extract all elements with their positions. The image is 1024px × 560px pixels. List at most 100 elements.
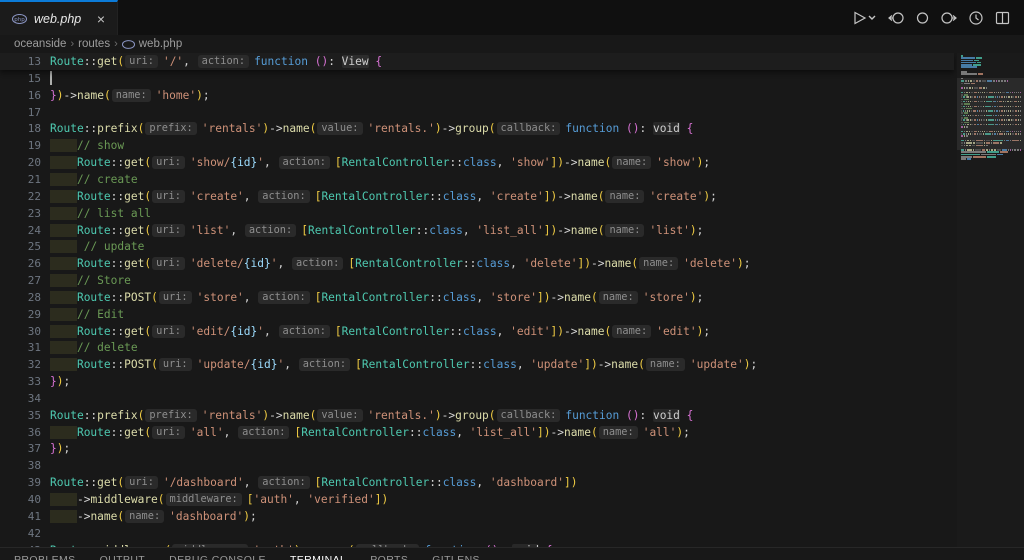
code-text xyxy=(50,71,52,85)
line-number: 22 xyxy=(0,190,50,203)
sticky-scroll-line[interactable]: 13Route::get(uri:'/', action:function ()… xyxy=(0,53,954,70)
code-text: // show xyxy=(50,139,124,152)
line-number: 28 xyxy=(0,291,50,304)
code-text: Route::POST(uri:'update/{id}', action:[R… xyxy=(50,358,757,371)
line-number: 21 xyxy=(0,173,50,186)
run-debug-button[interactable] xyxy=(852,10,877,26)
code-text: Route::get(uri:'show/{id}', action:[Rent… xyxy=(50,156,710,169)
breadcrumb: oceanside›routes›web.php xyxy=(0,35,1024,53)
line-number: 32 xyxy=(0,358,50,371)
code-line[interactable]: 30 Route::get(uri:'edit/{id}', action:[R… xyxy=(0,323,1024,340)
tab-web-php[interactable]: php web.php × xyxy=(0,0,118,35)
minimap[interactable] xyxy=(957,53,1024,547)
code-text: }); xyxy=(50,375,70,388)
line-number: 23 xyxy=(0,207,50,220)
code-line[interactable]: 41 ->name(name:'dashboard'); xyxy=(0,508,1024,525)
code-text: })->name(name:'home'); xyxy=(50,89,210,102)
navigate-back-icon[interactable] xyxy=(888,10,905,26)
code-line[interactable]: 24 Route::get(uri:'list', action:[Rental… xyxy=(0,222,1024,239)
tab-label: web.php xyxy=(34,12,81,26)
panel-tab-problems[interactable]: PROBLEMS xyxy=(14,554,76,560)
breadcrumb-item[interactable]: web.php xyxy=(139,38,182,50)
code-line[interactable]: 23 // list all xyxy=(0,205,1024,222)
code-line[interactable]: 40 ->middleware(middleware:['auth', 'ver… xyxy=(0,491,1024,508)
line-number: 29 xyxy=(0,308,50,321)
line-number: 39 xyxy=(0,476,50,489)
line-number: 17 xyxy=(0,106,50,119)
php-file-icon: php xyxy=(12,14,27,24)
code-text: Route::prefix(prefix:'rentals')->name(va… xyxy=(50,122,693,135)
navigate-forward-icon[interactable] xyxy=(940,10,957,26)
line-number: 34 xyxy=(0,392,50,405)
breakpoint-circle-icon[interactable] xyxy=(916,10,929,26)
code-text: Route::get(uri:'/', action:function (): … xyxy=(50,55,382,68)
code-text: Route::get(uri:'create', action:[RentalC… xyxy=(50,190,717,203)
line-number: 35 xyxy=(0,409,50,422)
code-line[interactable]: 38 xyxy=(0,457,1024,474)
code-text: Route::get(uri:'list', action:[RentalCon… xyxy=(50,224,703,237)
code-line[interactable]: 36 Route::get(uri:'all', action:[RentalC… xyxy=(0,424,1024,441)
code-line[interactable]: 35Route::prefix(prefix:'rentals')->name(… xyxy=(0,407,1024,424)
line-number: 33 xyxy=(0,375,50,388)
panel-tab-output[interactable]: OUTPUT xyxy=(100,554,146,560)
line-number: 25 xyxy=(0,240,50,253)
panel-tab-gitlens[interactable]: GITLENS xyxy=(432,554,480,560)
bottom-panel: PROBLEMS OUTPUT DEBUG CONSOLE TERMINAL PORTS… xyxy=(0,547,1024,560)
code-line[interactable]: 42 xyxy=(0,525,1024,542)
panel-tab-debug-console[interactable]: DEBUG CONSOLE xyxy=(169,554,266,560)
code-line[interactable]: 20 Route::get(uri:'show/{id}', action:[R… xyxy=(0,154,1024,171)
panel-tab-ports[interactable]: PORTS xyxy=(370,554,408,560)
code-text: Route::get(uri:'all', action:[RentalCont… xyxy=(50,426,690,439)
close-tab-icon[interactable]: × xyxy=(95,11,107,27)
breadcrumb-item[interactable]: oceanside xyxy=(14,38,66,50)
code-line[interactable]: 22 Route::get(uri:'create', action:[Rent… xyxy=(0,188,1024,205)
code-text: ->name(name:'dashboard'); xyxy=(50,510,257,523)
code-line[interactable]: 39Route::get(uri:'/dashboard', action:[R… xyxy=(0,474,1024,491)
code-line[interactable]: 34 xyxy=(0,390,1024,407)
code-line[interactable]: 27 // Store xyxy=(0,272,1024,289)
code-text: // delete xyxy=(50,341,138,354)
code-text: Route::prefix(prefix:'rentals')->name(va… xyxy=(50,409,693,422)
code-line[interactable]: 32 Route::POST(uri:'update/{id}', action… xyxy=(0,356,1024,373)
line-number: 36 xyxy=(0,426,50,439)
code-line[interactable]: 37}); xyxy=(0,441,1024,458)
line-number: 31 xyxy=(0,341,50,354)
code-line[interactable]: 15 xyxy=(0,70,1024,87)
split-editor-icon[interactable] xyxy=(995,10,1010,26)
line-number: 15 xyxy=(0,72,50,85)
timeline-clock-icon[interactable] xyxy=(968,10,984,26)
code-text: ->middleware(middleware:['auth', 'verifi… xyxy=(50,493,388,506)
breadcrumb-item[interactable]: routes xyxy=(78,38,110,50)
minimap-slider[interactable] xyxy=(957,78,1024,150)
code-line[interactable]: 33}); xyxy=(0,373,1024,390)
code-line[interactable]: 31 // delete xyxy=(0,340,1024,357)
code-text: Route::get(uri:'/dashboard', action:[Ren… xyxy=(50,476,577,489)
code-line[interactable]: 17 xyxy=(0,104,1024,121)
line-number: 16 xyxy=(0,89,50,102)
code-line[interactable]: 13Route::get(uri:'/', action:function ()… xyxy=(0,53,954,70)
code-text: }); xyxy=(50,442,70,455)
line-number: 38 xyxy=(0,459,50,472)
panel-tab-terminal[interactable]: TERMINAL xyxy=(290,554,346,560)
line-number: 30 xyxy=(0,325,50,338)
code-line[interactable]: 21 // create xyxy=(0,171,1024,188)
breadcrumb-separator-icon: › xyxy=(70,38,74,50)
code-line[interactable]: 25 // update xyxy=(0,238,1024,255)
line-number: 20 xyxy=(0,156,50,169)
code-text: Route::POST(uri:'store', action:[RentalC… xyxy=(50,291,703,304)
code-text: Route::get(uri:'delete/{id}', action:[Re… xyxy=(50,257,751,270)
code-text: // Store xyxy=(50,274,131,287)
tab-bar: php web.php × xyxy=(0,0,1024,35)
code-line[interactable]: 16})->name(name:'home'); xyxy=(0,87,1024,104)
code-editor[interactable]: 13Route::get(uri:'/', action:function ()… xyxy=(0,53,1024,547)
line-number: 42 xyxy=(0,527,50,540)
code-line[interactable]: 26 Route::get(uri:'delete/{id}', action:… xyxy=(0,255,1024,272)
line-number: 41 xyxy=(0,510,50,523)
code-line[interactable]: 18Route::prefix(prefix:'rentals')->name(… xyxy=(0,121,1024,138)
php-file-icon xyxy=(122,40,135,49)
code-line[interactable]: 28 Route::POST(uri:'store', action:[Rent… xyxy=(0,289,1024,306)
code-line[interactable]: 19 // show xyxy=(0,137,1024,154)
code-line[interactable]: 29 // Edit xyxy=(0,306,1024,323)
line-number: 26 xyxy=(0,257,50,270)
code-text: // create xyxy=(50,173,138,186)
